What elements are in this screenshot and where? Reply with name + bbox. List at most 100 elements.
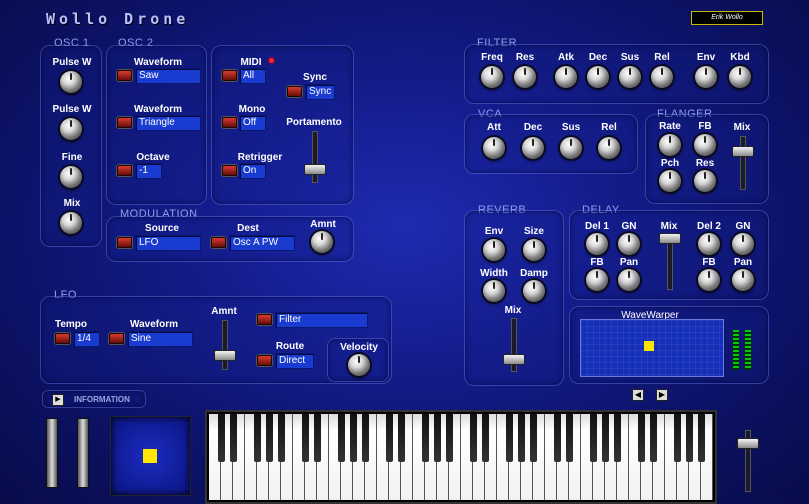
sync-select[interactable]: Sync [305,84,335,100]
osc1-fine-knob[interactable] [60,166,82,188]
lfo-tempo-select[interactable]: 1/4 [73,331,100,347]
delay-mix-slider-thumb[interactable] [659,233,681,244]
osc1-pulse-w2-knob[interactable] [60,118,82,140]
osc2-waveform1-select[interactable]: Saw [135,68,201,84]
flanger-mix-slider-thumb[interactable] [732,146,754,157]
lfo-route-select[interactable]: Direct [275,353,314,369]
piano-black-key[interactable] [361,414,369,462]
xy-pad-handle[interactable] [143,449,157,463]
piano-black-key[interactable] [217,414,225,462]
wavewarper-xy-pad[interactable] [580,319,724,377]
flanger-rate-knob[interactable] [659,134,681,156]
mod-amnt-knob[interactable] [311,231,333,253]
reverb-env-knob[interactable] [483,239,505,261]
piano-black-key[interactable] [685,414,693,462]
filter-sus-knob[interactable] [619,66,641,88]
lfo-filter-select[interactable]: Filter [275,312,368,328]
filter-freq-knob[interactable] [481,66,503,88]
piano-black-key[interactable] [277,414,285,462]
piano-black-key[interactable] [469,414,477,462]
vca-att-knob[interactable] [483,137,505,159]
vca-sus-knob[interactable] [560,137,582,159]
chevron-right-icon[interactable]: ▶ [656,389,668,401]
piano-black-key[interactable] [529,414,537,462]
reverb-size-knob[interactable] [523,239,545,261]
lfo-filter-button[interactable] [257,314,272,325]
information-toggle-icon[interactable]: ▶ [52,394,64,406]
midi-button[interactable] [222,70,237,81]
reverb-width-knob[interactable] [483,280,505,302]
vca-rel-knob[interactable] [598,137,620,159]
filter-kbd-knob[interactable] [729,66,751,88]
velocity-knob[interactable] [348,354,370,376]
lfo-tempo-button[interactable] [55,333,70,344]
osc2-waveform2-button[interactable] [117,117,132,128]
piano-black-key[interactable] [637,414,645,462]
piano-black-key[interactable] [229,414,237,462]
piano-black-key[interactable] [397,414,405,462]
mod-source-button[interactable] [117,237,132,248]
piano-black-key[interactable] [385,414,393,462]
osc2-waveform1-button[interactable] [117,70,132,81]
mod-source-select[interactable]: LFO [135,235,201,251]
piano-black-key[interactable] [589,414,597,462]
osc2-waveform2-select[interactable]: Triangle [135,115,201,131]
piano-black-key[interactable] [697,414,705,462]
mono-button[interactable] [222,117,237,128]
filter-env-knob[interactable] [695,66,717,88]
flanger-pch-knob[interactable] [659,170,681,192]
osc1-pulse-w1-knob[interactable] [60,71,82,93]
lfo-amnt-slider-thumb[interactable] [214,350,236,361]
mod-dest-select[interactable]: Osc A PW [229,235,295,251]
osc2-octave-select[interactable]: -1 [135,163,162,179]
chevron-left-icon[interactable]: ◀ [632,389,644,401]
piano-black-key[interactable] [421,414,429,462]
piano-black-key[interactable] [253,414,261,462]
delay-gn1-knob[interactable] [618,233,640,255]
filter-atk-knob[interactable] [555,66,577,88]
midi-select[interactable]: All [239,68,266,84]
osc2-octave-button[interactable] [117,165,132,176]
flanger-fb-knob[interactable] [694,134,716,156]
lfo-route-button[interactable] [257,355,272,366]
reverb-damp-knob[interactable] [523,280,545,302]
piano-black-key[interactable] [565,414,573,462]
mod-dest-button[interactable] [211,237,226,248]
piano-black-key[interactable] [301,414,309,462]
delay-del2-knob[interactable] [698,233,720,255]
pitch-wheel[interactable] [46,418,58,488]
piano-black-key[interactable] [265,414,273,462]
xy-pad[interactable] [110,416,191,496]
piano-black-key[interactable] [553,414,561,462]
master-volume-thumb[interactable] [737,438,759,449]
piano-black-key[interactable] [445,414,453,462]
reverb-mix-slider-thumb[interactable] [503,354,525,365]
retrigger-select[interactable]: On [239,163,266,179]
piano-black-key[interactable] [613,414,621,462]
filter-dec-knob[interactable] [587,66,609,88]
sync-button[interactable] [287,86,302,97]
piano-black-key[interactable] [337,414,345,462]
mod-wheel[interactable] [77,418,89,488]
filter-res-knob[interactable] [514,66,536,88]
delay-gn2-knob[interactable] [732,233,754,255]
portamento-slider-thumb[interactable] [304,164,326,175]
filter-rel-knob[interactable] [651,66,673,88]
delay-fb1-knob[interactable] [586,269,608,291]
piano-black-key[interactable] [313,414,321,462]
piano-black-key[interactable] [481,414,489,462]
piano-black-key[interactable] [601,414,609,462]
mono-select[interactable]: Off [239,115,266,131]
vca-dec-knob[interactable] [522,137,544,159]
piano-black-key[interactable] [649,414,657,462]
delay-del1-knob[interactable] [586,233,608,255]
piano-black-key[interactable] [433,414,441,462]
delay-pan1-knob[interactable] [618,269,640,291]
delay-pan2-knob[interactable] [732,269,754,291]
delay-fb2-knob[interactable] [698,269,720,291]
lfo-waveform-button[interactable] [109,333,124,344]
piano-black-key[interactable] [505,414,513,462]
piano-black-key[interactable] [673,414,681,462]
flanger-res-knob[interactable] [694,170,716,192]
osc1-mix-knob[interactable] [60,212,82,234]
